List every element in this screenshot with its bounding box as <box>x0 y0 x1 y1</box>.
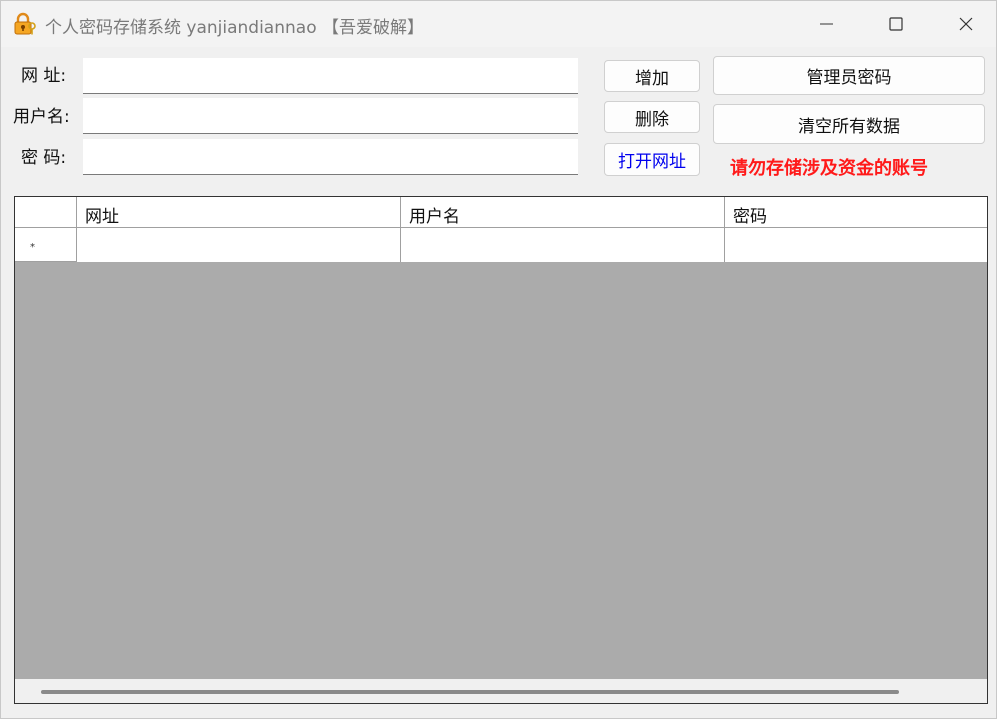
row-header-cell[interactable]: * <box>15 228 77 262</box>
column-header-password[interactable]: 密码 <box>725 197 987 227</box>
cell-url[interactable] <box>77 228 401 262</box>
app-window: 个人密码存储系统 yanjiandiannao 【吾爱破解】 网 址: 用户名:… <box>0 0 997 719</box>
clear-all-data-button[interactable]: 清空所有数据 <box>713 104 985 144</box>
close-button[interactable] <box>931 1 997 47</box>
warning-message: 请勿存储涉及资金的账号 <box>730 158 928 179</box>
cell-username[interactable] <box>401 228 725 262</box>
username-label: 用户名: <box>13 107 70 127</box>
scrollbar-thumb[interactable] <box>41 690 899 694</box>
column-header-url[interactable]: 网址 <box>77 197 401 227</box>
grid-header: 网址 用户名 密码 <box>15 197 987 228</box>
minimize-button[interactable] <box>791 1 861 47</box>
add-button[interactable]: 增加 <box>604 60 700 92</box>
window-title: 个人密码存储系统 yanjiandiannao 【吾爱破解】 <box>45 18 424 38</box>
maximize-icon <box>889 17 903 31</box>
new-row-marker: * <box>30 242 35 253</box>
password-input[interactable] <box>83 139 578 175</box>
lock-key-icon <box>14 12 36 35</box>
password-label: 密 码: <box>21 148 67 168</box>
username-input[interactable] <box>83 98 578 134</box>
horizontal-scrollbar[interactable] <box>15 679 987 703</box>
column-header-username[interactable]: 用户名 <box>401 197 725 227</box>
admin-password-button[interactable]: 管理员密码 <box>713 56 985 95</box>
title-bar: 个人密码存储系统 yanjiandiannao 【吾爱破解】 <box>1 1 996 47</box>
close-icon <box>959 17 973 31</box>
cell-password[interactable] <box>725 228 987 262</box>
minimize-icon <box>820 23 833 25</box>
url-label: 网 址: <box>21 66 67 86</box>
open-url-button[interactable]: 打开网址 <box>604 143 700 176</box>
delete-button[interactable]: 删除 <box>604 101 700 133</box>
maximize-button[interactable] <box>861 1 931 47</box>
table-row-new[interactable]: * <box>15 228 987 262</box>
data-grid[interactable]: 网址 用户名 密码 * <box>14 196 988 704</box>
row-header-corner[interactable] <box>15 197 77 227</box>
url-input[interactable] <box>83 58 578 94</box>
